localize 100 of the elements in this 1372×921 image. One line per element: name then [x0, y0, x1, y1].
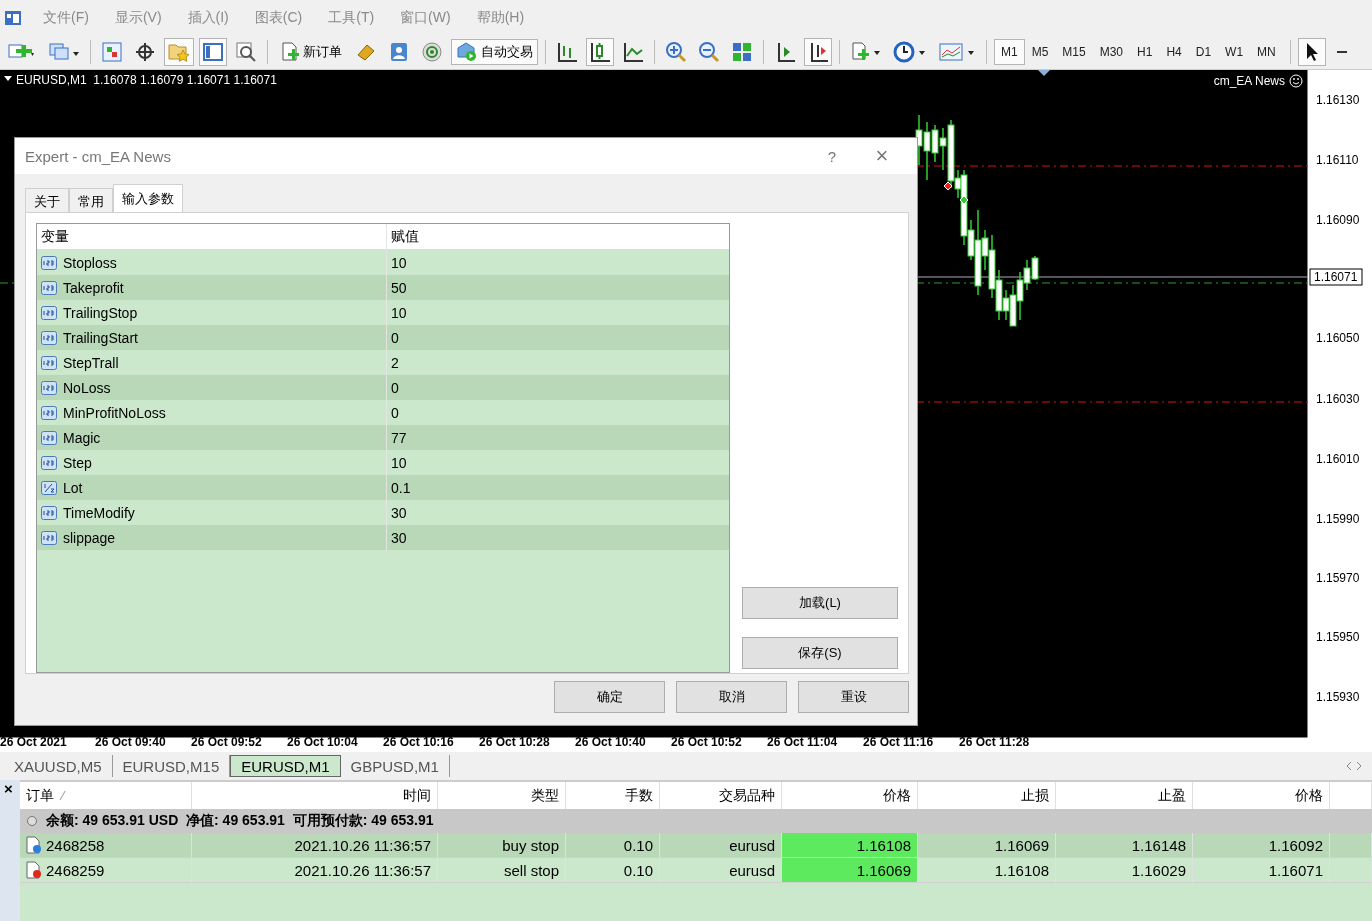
chart-tab[interactable]: EURUSD,M1 — [230, 755, 341, 777]
time-label: 26 Oct 11:16 — [863, 735, 934, 749]
close-button[interactable]: × — [0, 780, 17, 797]
timeframe-button[interactable]: M15 — [1055, 39, 1093, 65]
integer-type-icon — [41, 330, 57, 345]
time-label: 26 Oct 11:04 — [767, 735, 838, 749]
parameter-name: slippage — [63, 529, 116, 546]
integer-type-icon — [41, 455, 57, 470]
scroll-left-icon[interactable] — [1344, 761, 1354, 771]
cursor-icon[interactable] — [1297, 38, 1326, 66]
integer-type-icon — [41, 255, 57, 270]
fraction-type-icon — [41, 480, 57, 495]
scroll-right-icon[interactable] — [1354, 761, 1364, 771]
price-label: 1.16010 — [1316, 452, 1360, 466]
parameter-value[interactable]: 10 — [387, 304, 407, 321]
integer-type-icon — [41, 280, 57, 295]
dialog-tab[interactable]: 输入参数 — [113, 184, 183, 212]
parameter-value[interactable]: 0 — [387, 329, 399, 346]
integer-type-icon — [41, 530, 57, 545]
autoscroll-icon[interactable] — [804, 38, 832, 66]
parameter-name: TimeModify — [63, 504, 135, 521]
parameter-name: TrailingStop — [63, 304, 138, 321]
timeframe-button[interactable]: MN — [1250, 39, 1283, 65]
dialog-title: Expert - cm_EA News — [25, 147, 172, 165]
order-buy-icon — [26, 836, 42, 854]
timeframe-button[interactable]: H4 — [1159, 39, 1189, 65]
app-icon — [4, 8, 22, 27]
time-label: 26 Oct 11:28 — [959, 735, 1030, 749]
parameter-value[interactable]: 0 — [387, 404, 399, 421]
time-label: 26 Oct 09:52 — [191, 735, 262, 749]
parameter-value[interactable]: 50 — [387, 279, 407, 296]
buy-marker-icon — [959, 195, 969, 205]
current-price-label: 1.16071 — [1309, 268, 1363, 286]
time-label: 26 Oct 10:04 — [287, 735, 358, 749]
order-sell-icon — [26, 861, 42, 879]
integer-type-icon — [41, 380, 57, 395]
dialog-button[interactable]: 取消 — [676, 681, 787, 713]
dialog-button[interactable]: 加载(L) — [742, 587, 898, 619]
timeframe-button[interactable]: W1 — [1218, 39, 1251, 65]
table-cell: 1.16108 — [782, 833, 918, 858]
parameter-name: Magic — [63, 429, 101, 446]
circle-icon — [26, 815, 38, 827]
parameter-name: MinProfitNoLoss — [63, 404, 166, 421]
dialog-tab[interactable]: 常用 — [69, 188, 113, 212]
help-button[interactable]: ? — [807, 146, 857, 166]
parameter-name: Takeprofit — [63, 279, 124, 296]
parameter-value[interactable]: 2 — [387, 354, 399, 371]
timeframe-button[interactable]: H1 — [1130, 39, 1160, 65]
price-label: 1.16090 — [1316, 213, 1360, 227]
price-label: 1.16130 — [1316, 93, 1360, 107]
expert-name: cm_EA News — [1213, 74, 1285, 88]
dialog-button[interactable]: 保存(S) — [742, 637, 898, 669]
price-label: 1.15970 — [1316, 571, 1360, 585]
dropdown-icon[interactable] — [4, 76, 12, 81]
timeframe-button[interactable]: M5 — [1024, 39, 1056, 65]
time-label: 26 Oct 10:16 — [383, 735, 454, 749]
window-icon[interactable] — [199, 38, 227, 66]
integer-type-icon — [41, 505, 57, 520]
order-number: 2468259 — [46, 861, 105, 879]
time-label: 26 Oct 2021 — [0, 735, 67, 749]
order-number: 2468258 — [46, 836, 105, 854]
auto-trading-button[interactable]: 自动交易 — [451, 39, 538, 65]
parameter-value[interactable]: 30 — [387, 504, 407, 521]
parameter-value[interactable]: 0 — [387, 379, 399, 396]
parameter-name: StepTrall — [63, 354, 119, 371]
parameter-value[interactable]: 10 — [387, 254, 407, 271]
price-label: 1.16050 — [1316, 331, 1360, 345]
price-label: 1.15990 — [1316, 512, 1360, 526]
timeframe-button[interactable]: M1 — [994, 39, 1025, 65]
column-header[interactable]: 赋值 — [387, 227, 419, 246]
shift-marker-icon — [1038, 70, 1050, 76]
new-order-button[interactable]: 新订单 — [275, 39, 347, 65]
table-cell: 1.16069 — [782, 858, 918, 883]
chart-tab[interactable]: XAUUSD,M5 — [4, 755, 113, 777]
integer-type-icon — [41, 405, 57, 420]
time-label: 26 Oct 09:40 — [95, 735, 166, 749]
timeframe-button[interactable]: D1 — [1188, 39, 1219, 65]
dashed-line — [0, 282, 15, 284]
dialog-button[interactable]: 重设 — [798, 681, 909, 713]
time-label: 26 Oct 10:28 — [479, 735, 550, 749]
price-label: 1.15930 — [1316, 690, 1360, 704]
dialog-tab[interactable]: 关于 — [25, 188, 69, 212]
timeframe-button[interactable]: M30 — [1092, 39, 1131, 65]
time-label: 26 Oct 10:40 — [575, 735, 646, 749]
parameter-value[interactable]: 10 — [387, 454, 407, 471]
dialog-button[interactable]: 确定 — [554, 681, 665, 713]
integer-type-icon — [41, 430, 57, 445]
integer-type-icon — [41, 355, 57, 370]
parameter-value[interactable]: 77 — [387, 429, 407, 446]
close-button[interactable]: × — [857, 142, 907, 170]
parameter-value[interactable]: 0.1 — [387, 479, 411, 496]
candlestick-icon[interactable] — [586, 38, 614, 66]
smiley-icon — [1289, 74, 1303, 88]
parameter-name: NoLoss — [63, 379, 111, 396]
parameter-value[interactable]: 30 — [387, 529, 407, 546]
column-header[interactable]: 变量 — [37, 224, 387, 249]
parameter-name: TrailingStart — [63, 329, 138, 346]
time-label: 26 Oct 10:52 — [671, 735, 742, 749]
chart-header: EURUSD,M1 1.16078 1.16079 1.16071 1.16071 — [16, 73, 277, 87]
chart-tab[interactable]: GBPUSD,M1 — [340, 755, 450, 777]
